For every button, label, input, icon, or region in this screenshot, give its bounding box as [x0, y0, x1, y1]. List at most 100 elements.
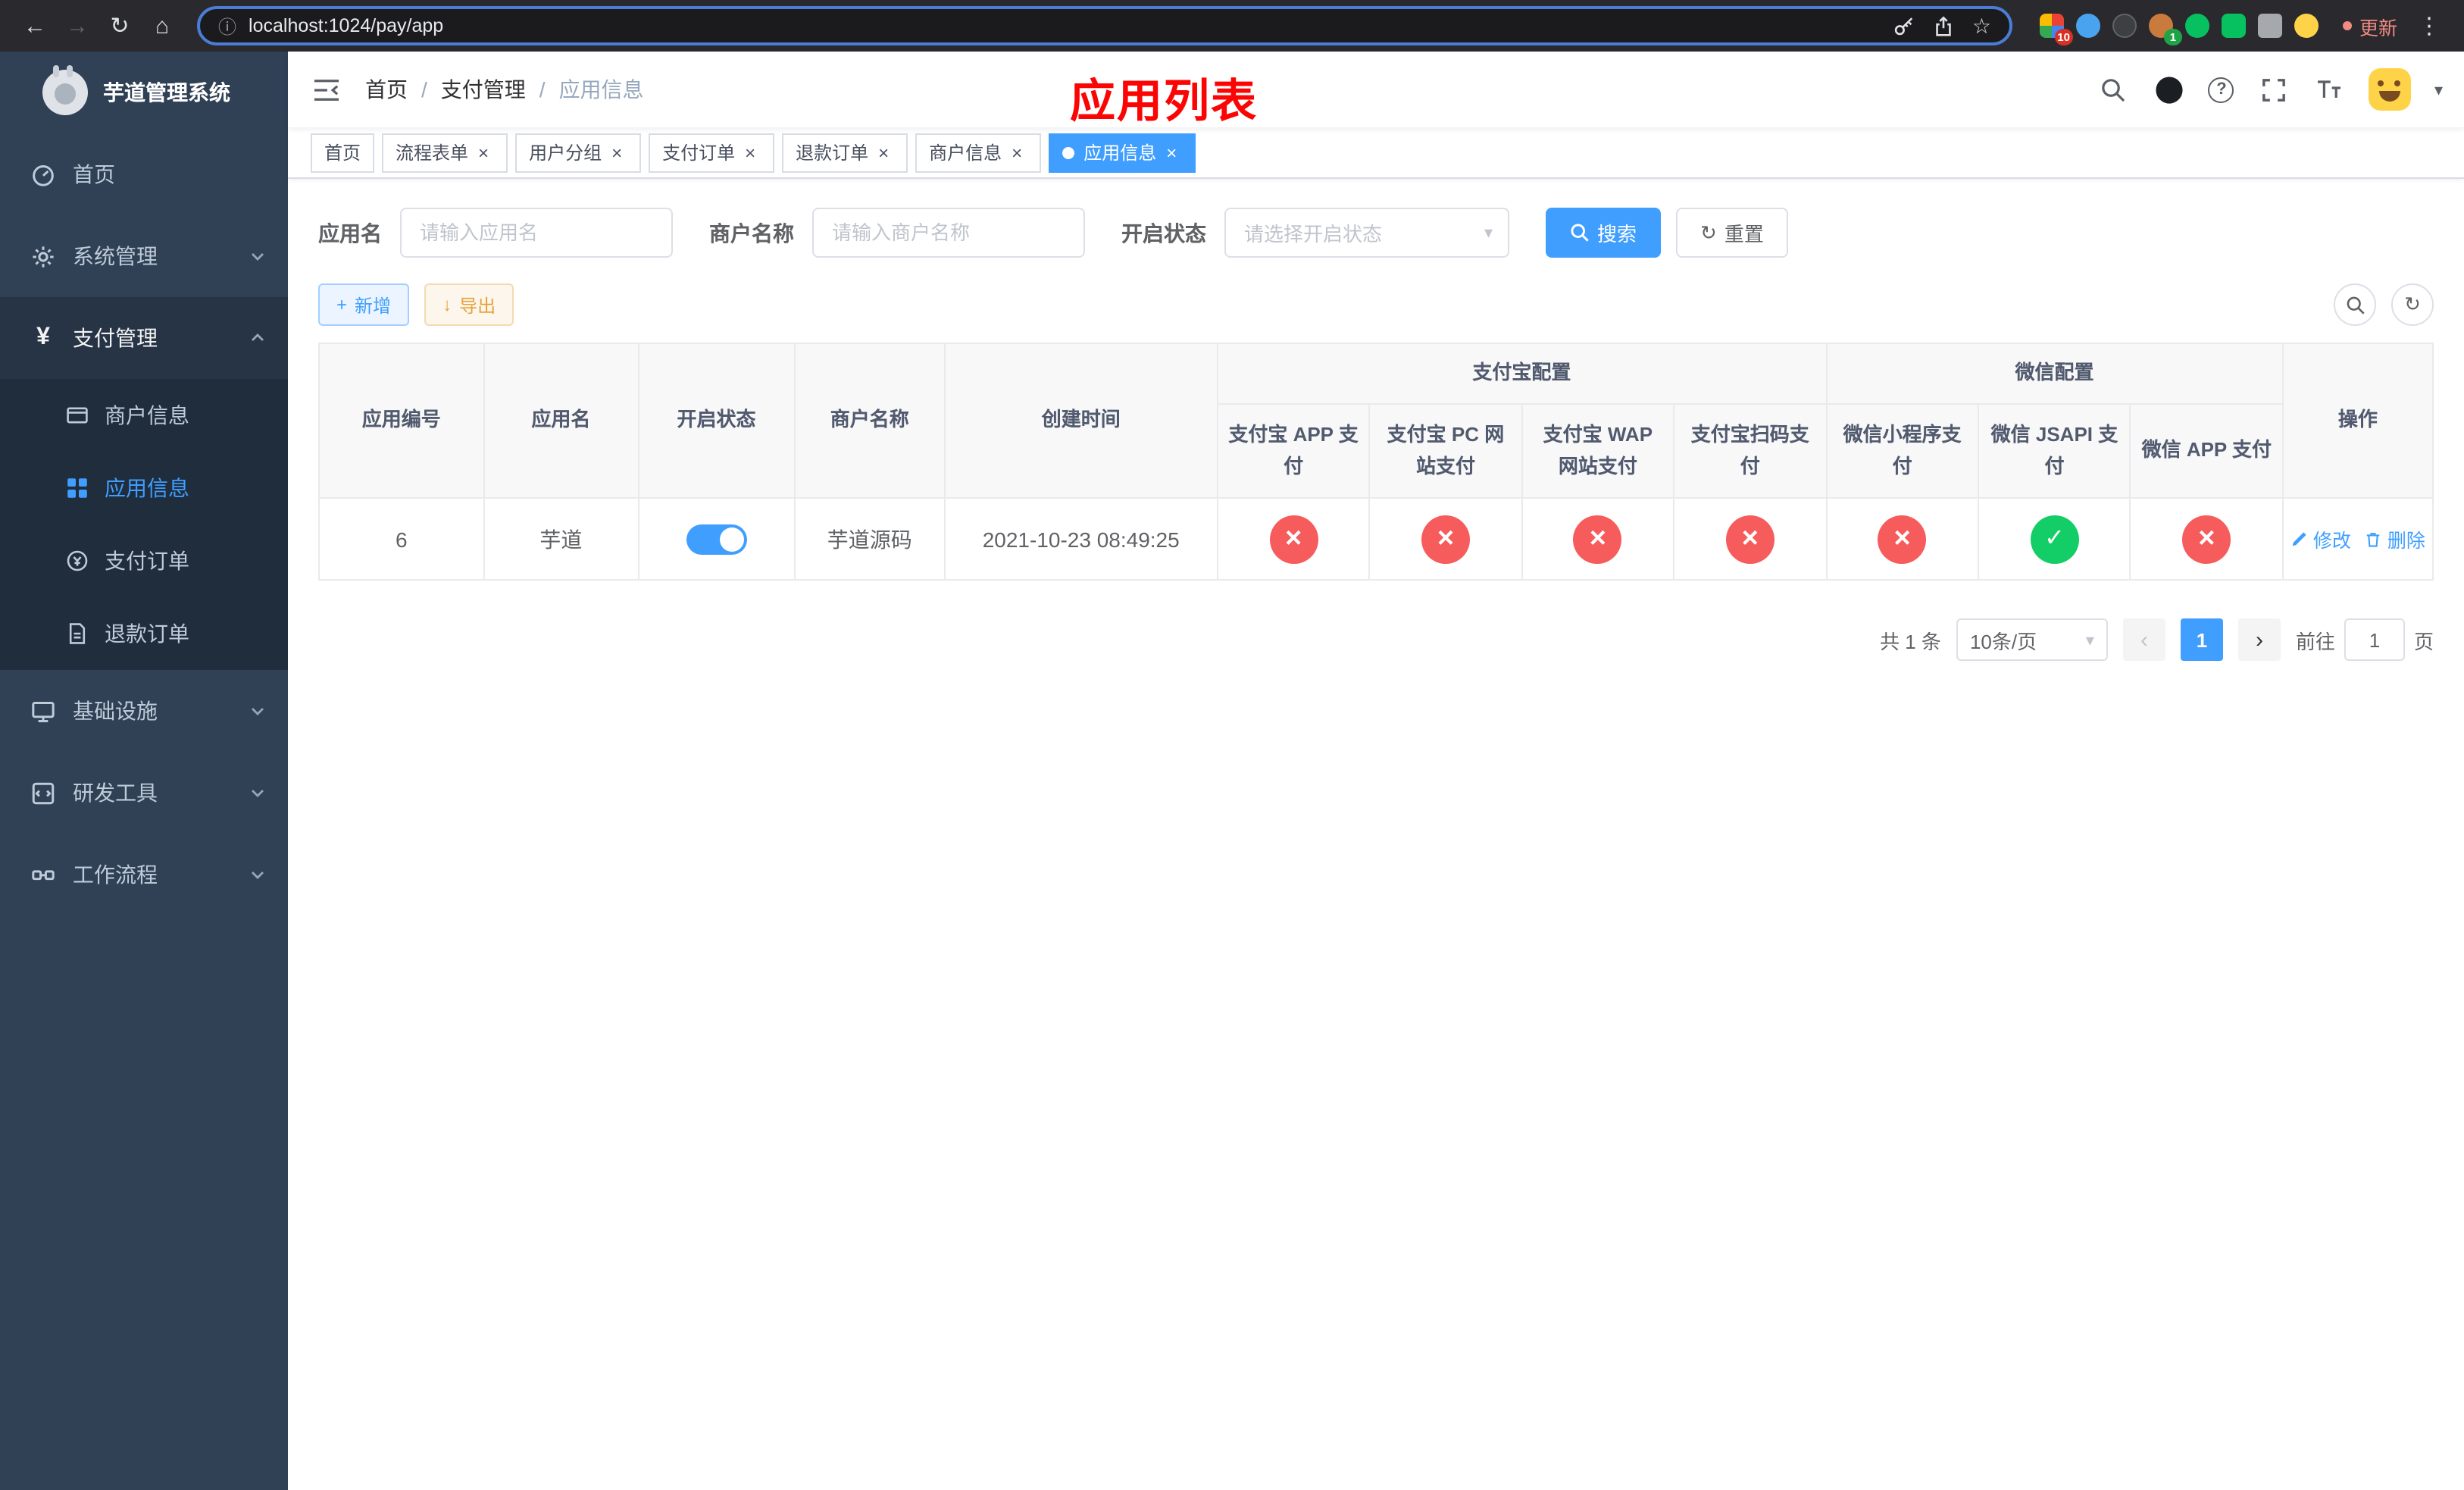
- col-alipay-pc: 支付宝 PC 网站支付: [1368, 403, 1523, 499]
- merchant-name-input[interactable]: [812, 208, 1085, 258]
- close-icon[interactable]: ×: [873, 142, 894, 163]
- app-name-input[interactable]: [400, 208, 673, 258]
- sidebar-item-payment-mgmt[interactable]: ¥ 支付管理: [0, 297, 288, 379]
- add-button[interactable]: + 新增: [318, 283, 410, 326]
- wx-app-status-icon: [2182, 515, 2231, 563]
- breadcrumb-current: 应用信息: [558, 77, 644, 102]
- col-merchant: 商户名称: [793, 343, 946, 499]
- edit-label: 修改: [2312, 531, 2351, 552]
- sidebar-item-app-info[interactable]: 应用信息: [0, 452, 288, 524]
- github-icon[interactable]: [2153, 73, 2186, 106]
- site-info-icon[interactable]: ⓘ: [218, 13, 236, 39]
- close-icon[interactable]: ×: [606, 142, 627, 163]
- breadcrumb-home[interactable]: 首页: [365, 74, 408, 105]
- chevron-down-icon: [249, 702, 267, 720]
- goto-page-input[interactable]: [2344, 618, 2405, 661]
- reset-button[interactable]: ↻ 重置: [1676, 208, 1788, 258]
- tab-app-info[interactable]: 应用信息 ×: [1049, 133, 1196, 172]
- share-icon[interactable]: [1933, 14, 1956, 37]
- sidebar-collapse-icon[interactable]: [288, 77, 365, 102]
- browser-back-icon[interactable]: ←: [15, 6, 55, 45]
- refresh-table-button[interactable]: ↻: [2391, 283, 2434, 326]
- sidebar-item-workflow[interactable]: 工作流程: [0, 834, 288, 916]
- tab-pay-order[interactable]: 支付订单 ×: [649, 133, 775, 172]
- cell-actions: 修改 删除: [2281, 497, 2434, 581]
- tab-process-form[interactable]: 流程表单 ×: [382, 133, 508, 172]
- address-bar[interactable]: ⓘ localhost:1024/pay/app ☆: [197, 6, 2012, 45]
- extension-grid-icon[interactable]: 10: [2039, 14, 2073, 45]
- export-button[interactable]: ↓ 导出: [424, 283, 514, 326]
- delete-button[interactable]: 删除: [2365, 524, 2425, 553]
- app-name-label: 应用名: [318, 221, 382, 245]
- close-icon[interactable]: ×: [1161, 142, 1182, 163]
- pagination-total: 共 1 条: [1880, 630, 1941, 653]
- breadcrumb-payment[interactable]: 支付管理: [441, 74, 526, 105]
- header-search-icon[interactable]: [2097, 73, 2130, 106]
- refresh-icon: ↻: [2404, 293, 2421, 315]
- sidebar-item-system-mgmt[interactable]: 系统管理: [0, 215, 288, 297]
- app-logo[interactable]: 芋道管理系统: [0, 52, 288, 133]
- search-button[interactable]: 搜索: [1546, 208, 1662, 258]
- close-icon[interactable]: ×: [1006, 142, 1027, 163]
- browser-home-icon[interactable]: ⌂: [142, 6, 182, 45]
- extension-chat-icon[interactable]: [2221, 14, 2246, 38]
- sidebar-item-refund-order[interactable]: 退款订单: [0, 597, 288, 670]
- alipay-pc-status-icon: [1421, 515, 1470, 563]
- screen: ← → ↻ ⌂ ⓘ localhost:1024/pay/app ☆ 10 1 …: [0, 0, 2464, 1490]
- browser-reload-icon[interactable]: ↻: [100, 6, 139, 45]
- tab-refund-order[interactable]: 退款订单 ×: [782, 133, 908, 172]
- pay-order-icon: [64, 548, 89, 574]
- infrastructure-icon: [30, 698, 56, 724]
- browser-forward-icon[interactable]: →: [58, 6, 97, 45]
- card-icon: [64, 402, 89, 428]
- goto-page: 前往 页: [2296, 618, 2434, 661]
- sidebar-item-label: 首页: [73, 162, 115, 186]
- font-size-icon[interactable]: [2313, 73, 2347, 106]
- sidebar-item-pay-order[interactable]: 支付订单: [0, 524, 288, 597]
- edit-button[interactable]: 修改: [2290, 524, 2351, 553]
- tab-label: 首页: [324, 142, 361, 164]
- prev-page-button[interactable]: ‹: [2122, 618, 2165, 661]
- extension-drop-icon[interactable]: [2075, 14, 2100, 38]
- fullscreen-icon[interactable]: [2257, 73, 2290, 106]
- toggle-search-button[interactable]: [2334, 283, 2376, 326]
- tab-label: 商户信息: [929, 142, 1002, 164]
- extension-wechat-icon[interactable]: [2184, 14, 2209, 38]
- sidebar-item-merchant-info[interactable]: 商户信息: [0, 379, 288, 452]
- yen-icon: ¥: [36, 324, 50, 350]
- close-icon[interactable]: ×: [473, 142, 494, 163]
- extension-dark-icon[interactable]: [2112, 14, 2137, 38]
- tab-merchant-info[interactable]: 商户信息 ×: [915, 133, 1042, 172]
- bookmark-star-icon[interactable]: ☆: [1972, 13, 1991, 39]
- password-key-icon[interactable]: [1893, 14, 1916, 37]
- sidebar-menu: 首页 系统管理 ¥ 支付管理 商户信息 应用信息 支付订单 退款订单 基础设施 …: [0, 133, 288, 916]
- user-avatar[interactable]: [2369, 68, 2412, 111]
- wx-jsapi-status-icon: [2030, 515, 2079, 563]
- alipay-qr-status-icon: [1725, 515, 1775, 563]
- extension-avatar-icon[interactable]: 1: [2148, 14, 2182, 45]
- sidebar-item-dev-tools[interactable]: 研发工具: [0, 752, 288, 834]
- status-toggle[interactable]: [686, 524, 747, 554]
- tab-label: 应用信息: [1083, 142, 1157, 164]
- sidebar-item-infrastructure[interactable]: 基础设施: [0, 670, 288, 752]
- extensions-puzzle-icon[interactable]: [2257, 14, 2282, 38]
- chevron-down-icon: [249, 866, 267, 884]
- help-icon[interactable]: ?: [2208, 77, 2234, 102]
- next-page-button[interactable]: ›: [2237, 618, 2281, 661]
- dashboard-icon: [30, 161, 56, 187]
- page-size-select[interactable]: 10条/页 ▾: [1956, 618, 2108, 661]
- browser-menu-icon[interactable]: ⋮: [2409, 6, 2449, 45]
- tags-view: 首页 流程表单 × 用户分组 × 支付订单 × 退款订单 × 商户信息 × 应用信息 ×: [288, 127, 2464, 179]
- status-select[interactable]: 请选择开启状态 ▾: [1224, 208, 1509, 258]
- sidebar-item-label: 支付订单: [105, 549, 189, 573]
- col-created: 创建时间: [943, 343, 1218, 499]
- browser-update-button[interactable]: 更新: [2342, 11, 2397, 40]
- current-page-button[interactable]: 1: [2180, 618, 2223, 661]
- breadcrumb-separator: /: [539, 77, 546, 102]
- tab-home[interactable]: 首页: [311, 133, 375, 172]
- close-icon[interactable]: ×: [740, 142, 761, 163]
- profile-emoji-icon[interactable]: [2294, 14, 2319, 38]
- tab-user-group[interactable]: 用户分组 ×: [515, 133, 642, 172]
- sidebar-item-home[interactable]: 首页: [0, 133, 288, 215]
- sidebar: 芋道管理系统 首页 系统管理 ¥ 支付管理 商户信息 应用信息 支付订单 退款订…: [0, 52, 288, 1490]
